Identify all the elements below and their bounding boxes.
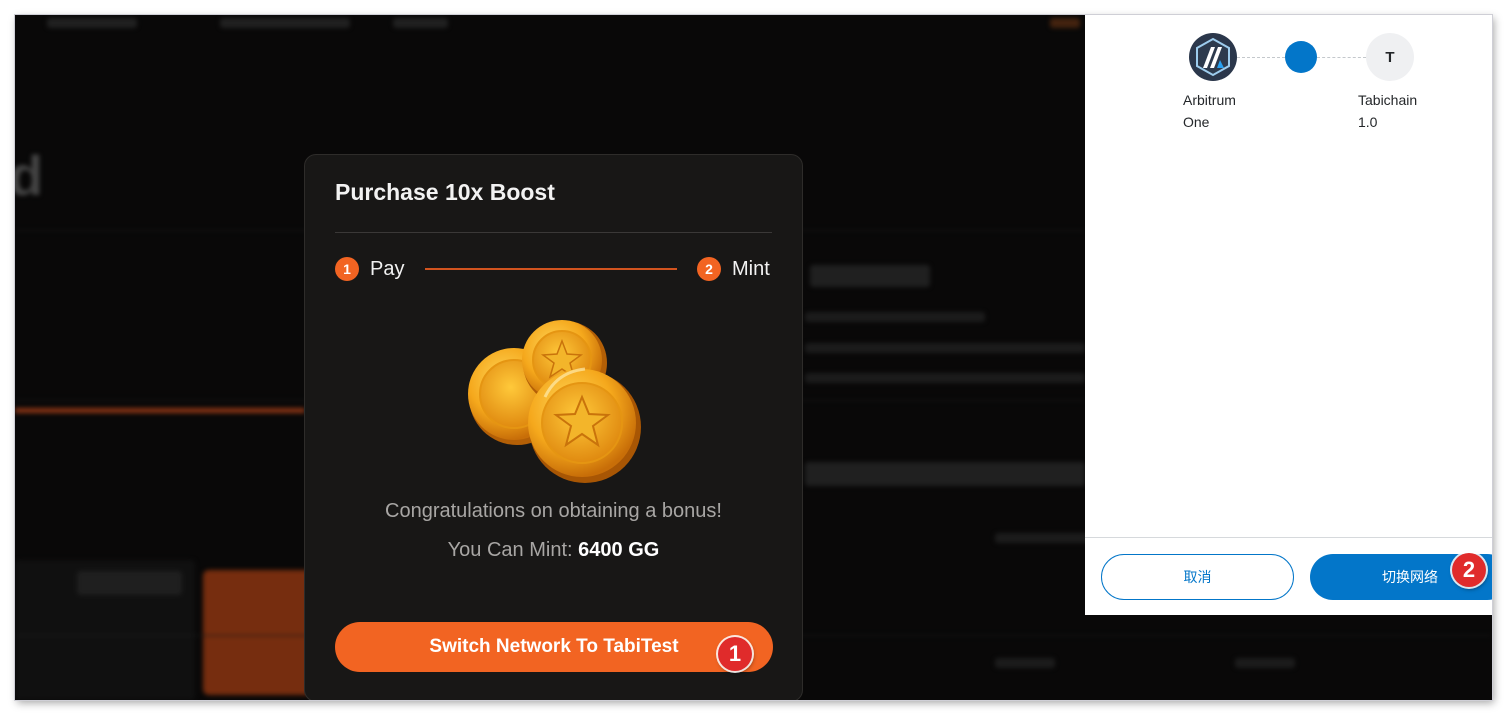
- annotation-badge-2: 2: [1452, 553, 1486, 587]
- switch-network-button[interactable]: Switch Network To TabiTest: [335, 622, 773, 672]
- wallet-switch-network-panel: T Arbitrum One Tabichain 1.0 取消 切换网络: [1085, 15, 1492, 615]
- mint-value: 6400 GG: [578, 539, 660, 561]
- wallet-footer: 取消 切换网络: [1085, 537, 1492, 616]
- tabichain-icon: T: [1366, 33, 1414, 81]
- from-network-label: Arbitrum One: [1183, 92, 1236, 130]
- to-network-label: Tabichain 1.0: [1358, 92, 1418, 130]
- cancel-button[interactable]: 取消: [1101, 554, 1294, 600]
- step-number: 2: [697, 257, 721, 281]
- purchase-boost-modal: Purchase 10x Boost 1 Pay 2 Mint Congratu…: [304, 154, 803, 700]
- modal-divider: [335, 232, 772, 233]
- step-number: 1: [335, 257, 359, 281]
- gold-coins-icon: [468, 320, 641, 483]
- annotation-badge-1: 1: [718, 637, 752, 671]
- step-label: Pay: [370, 257, 405, 280]
- congrats-message: Congratulations on obtaining a bonus!: [385, 500, 722, 522]
- arbitrum-logo-icon: [1189, 33, 1237, 81]
- step-mint: 2 Mint: [697, 257, 770, 281]
- step-connector: [425, 268, 677, 270]
- network-switch-indicator: [1285, 41, 1317, 73]
- connector-line: [1317, 57, 1366, 58]
- connector-line: [1237, 57, 1285, 58]
- mint-label: You Can Mint:: [447, 539, 573, 561]
- browser-viewport: d Purchase 10x Boost 1 Pay 2 Mint Congra…: [15, 15, 1492, 700]
- modal-title: Purchase 10x Boost: [335, 179, 555, 205]
- step-pay: 1 Pay: [335, 257, 404, 281]
- step-label: Mint: [732, 257, 770, 280]
- mint-amount: You Can Mint: 6400 GG: [305, 539, 802, 562]
